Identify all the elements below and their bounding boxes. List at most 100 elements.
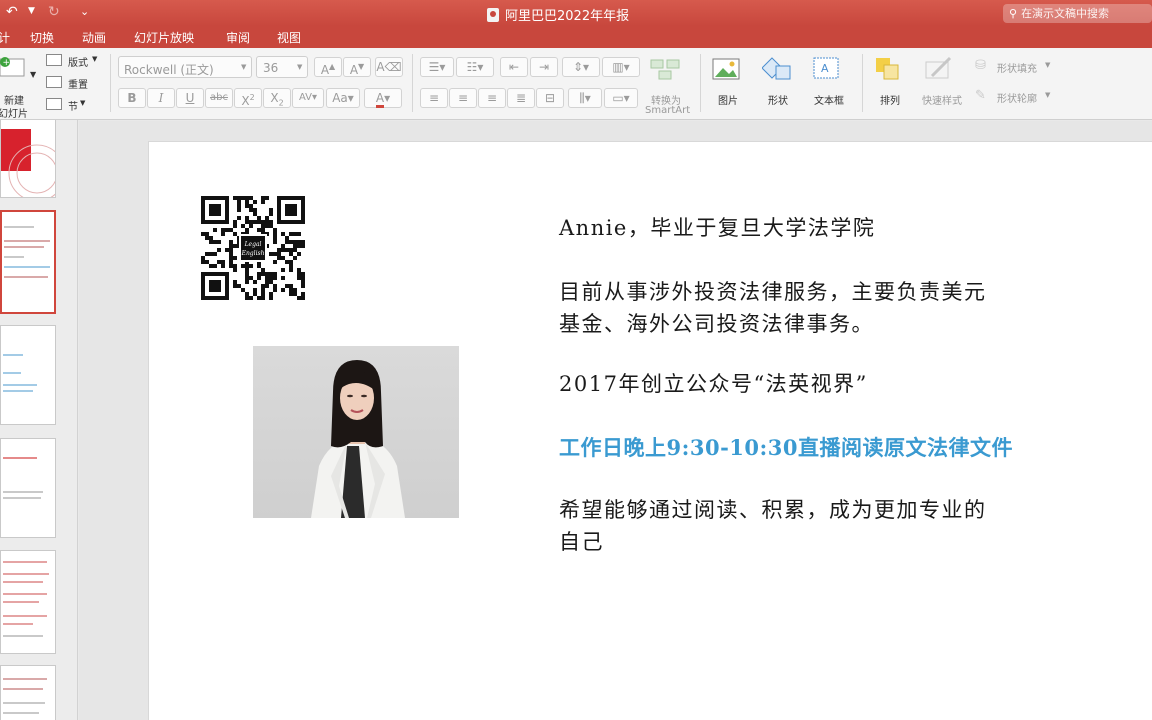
smartart-icon	[650, 59, 680, 80]
tab-transitions[interactable]: 切换	[30, 29, 54, 46]
shape-button[interactable]: 形状	[760, 56, 804, 107]
arrange-label: 排列	[880, 96, 900, 107]
section-button[interactable]: 节 ▼	[46, 97, 101, 113]
ribbon-divider	[700, 54, 701, 112]
text-direction-button[interactable]: ⫼▾	[568, 88, 602, 108]
redo-icon[interactable]: ↻	[48, 4, 60, 20]
slide-thumbnail[interactable]	[0, 550, 56, 654]
arrange-icon	[876, 58, 899, 80]
qr-center-logo: Legal English	[239, 234, 267, 262]
align-left-button[interactable]: ≡	[420, 88, 448, 108]
slide-thumbnail[interactable]	[0, 438, 56, 538]
line-spacing-button[interactable]: ⇕▾	[562, 57, 600, 77]
font-size-value: 36	[263, 61, 279, 75]
font-name-select[interactable]: Rockwell (正文) ▼	[118, 56, 252, 78]
columns-button[interactable]: ▥▾	[602, 57, 640, 77]
ribbon-tabs: 计 切换 动画 幻灯片放映 审阅 视图	[0, 26, 1152, 48]
slide-thumbnail[interactable]	[0, 665, 56, 720]
character-spacing-button[interactable]: AV▾	[292, 88, 324, 108]
underline-button[interactable]: U	[176, 88, 204, 108]
section-dropdown-icon: ▼	[80, 99, 86, 107]
reset-icon	[46, 76, 62, 88]
quick-styles-button[interactable]: 快速样式	[920, 56, 972, 107]
slide-thumbnail[interactable]	[0, 325, 56, 425]
shape-outline-button[interactable]: ✎ 形状轮廓 ▼	[975, 88, 1059, 106]
change-case-button[interactable]: Aa▾	[326, 88, 360, 108]
strikethrough-button[interactable]: abc	[205, 88, 233, 108]
slide-text-live-schedule[interactable]: 工作日晚上9:30-10:30直播阅读原文法律文件	[559, 432, 1013, 464]
convert-smartart-button[interactable]: 转换为 SmartArt	[643, 56, 693, 116]
picture-button[interactable]: 图片	[710, 56, 752, 107]
bold-button[interactable]: B	[118, 88, 146, 108]
slide-thumbnail-current[interactable]	[0, 210, 56, 314]
ribbon-divider	[412, 54, 413, 112]
picture-icon	[712, 58, 740, 80]
tab-animations[interactable]: 动画	[82, 29, 106, 46]
new-slide-button[interactable]: + 新建 幻灯片	[0, 54, 40, 120]
quick-styles-label: 快速样式	[922, 96, 962, 107]
align-text-button[interactable]: ▭▾	[604, 88, 638, 108]
title-bar: ↶ ▼ ↻ ⌄ 阿里巴巴2022年年报 ⚲	[0, 0, 1152, 26]
italic-button[interactable]: I	[147, 88, 175, 108]
slide-thumbnail[interactable]	[0, 120, 56, 198]
svg-text:A: A	[821, 62, 829, 75]
paint-bucket-icon: ⛁	[975, 58, 986, 73]
window-title-text: 阿里巴巴2022年年报	[505, 9, 630, 24]
tab-review[interactable]: 审阅	[226, 29, 250, 46]
pencil-icon: ✎	[975, 88, 986, 103]
undo-dropdown-icon[interactable]: ▼	[28, 6, 35, 16]
increase-font-button[interactable]: A▲	[314, 57, 342, 77]
shape-outline-dropdown-icon: ▼	[1045, 91, 1051, 99]
slide-text-founded[interactable]: 2017年创立公众号“法英视界”	[559, 368, 868, 400]
slide-text-work-1[interactable]: 目前从事涉外投资法律服务，主要负责美元	[559, 276, 987, 308]
slide-text-hope-2[interactable]: 自己	[559, 526, 604, 558]
layout-button[interactable]: 版式 ▼	[46, 53, 101, 69]
font-size-select[interactable]: 36 ▼	[256, 56, 308, 78]
subscript-button[interactable]: X2	[263, 88, 291, 108]
undo-icon[interactable]: ↶	[6, 4, 18, 20]
customize-toolbar-icon[interactable]: ⌄	[80, 5, 89, 18]
slide-text-hope-1[interactable]: 希望能够通过阅读、积累，成为更加专业的	[559, 494, 987, 526]
align-right-button[interactable]: ≡	[478, 88, 506, 108]
reset-label: 重置	[68, 80, 88, 91]
superscript-button[interactable]: X2	[234, 88, 262, 108]
decrease-indent-button[interactable]: ⇤	[500, 57, 528, 77]
slide-text-work-2[interactable]: 基金、海外公司投资法律事务。	[559, 308, 874, 340]
current-slide[interactable]: Legal English Annie，毕业于复旦大学法学院 目前从事涉外投资法…	[148, 141, 1152, 720]
increase-indent-button[interactable]: ⇥	[530, 57, 558, 77]
slide-text-name[interactable]: Annie，毕业于复旦大学法学院	[559, 212, 875, 244]
bullets-button[interactable]: ☰▾	[420, 57, 454, 77]
decrease-font-button[interactable]: A▼	[343, 57, 371, 77]
tab-view[interactable]: 视图	[277, 29, 301, 46]
slide-thumbnail-panel	[0, 120, 78, 720]
shape-fill-dropdown-icon: ▼	[1045, 61, 1051, 69]
section-icon	[46, 98, 62, 110]
font-name-value: Rockwell (正文)	[124, 63, 214, 77]
shape-outline-label: 形状轮廓	[997, 94, 1037, 105]
justify-button[interactable]: ≣	[507, 88, 535, 108]
textbox-button[interactable]: A 文本框	[810, 56, 856, 107]
clear-formatting-button[interactable]: A⌫	[375, 57, 403, 77]
textbox-icon: A	[813, 57, 839, 79]
tab-slideshow[interactable]: 幻灯片放映	[134, 29, 194, 46]
new-slide-label-2: 幻灯片	[0, 109, 28, 120]
qr-logo-text-1: Legal	[244, 241, 262, 248]
align-center-button[interactable]: ≡	[449, 88, 477, 108]
quick-styles-icon	[925, 56, 952, 79]
shapes-icon	[762, 57, 791, 80]
search-box[interactable]: ⚲	[1003, 4, 1152, 23]
shape-fill-button[interactable]: ⛁ 形状填充 ▼	[975, 58, 1059, 76]
distributed-button[interactable]: ⊟	[536, 88, 564, 108]
new-slide-icon: +	[0, 57, 25, 77]
portrait-photo	[253, 346, 459, 518]
shape-label: 形状	[768, 96, 788, 107]
reset-button[interactable]: 重置	[46, 75, 101, 91]
tab-partial[interactable]: 计	[0, 29, 10, 46]
font-color-button[interactable]: A▾	[364, 88, 402, 108]
new-slide-dropdown-icon[interactable]: ▼	[30, 70, 36, 79]
numbering-button[interactable]: ☷▾	[456, 57, 494, 77]
arrange-button[interactable]: 排列	[872, 56, 916, 107]
shape-fill-label: 形状填充	[997, 64, 1037, 75]
search-input[interactable]	[1021, 7, 1142, 20]
search-icon: ⚲	[1009, 7, 1018, 20]
